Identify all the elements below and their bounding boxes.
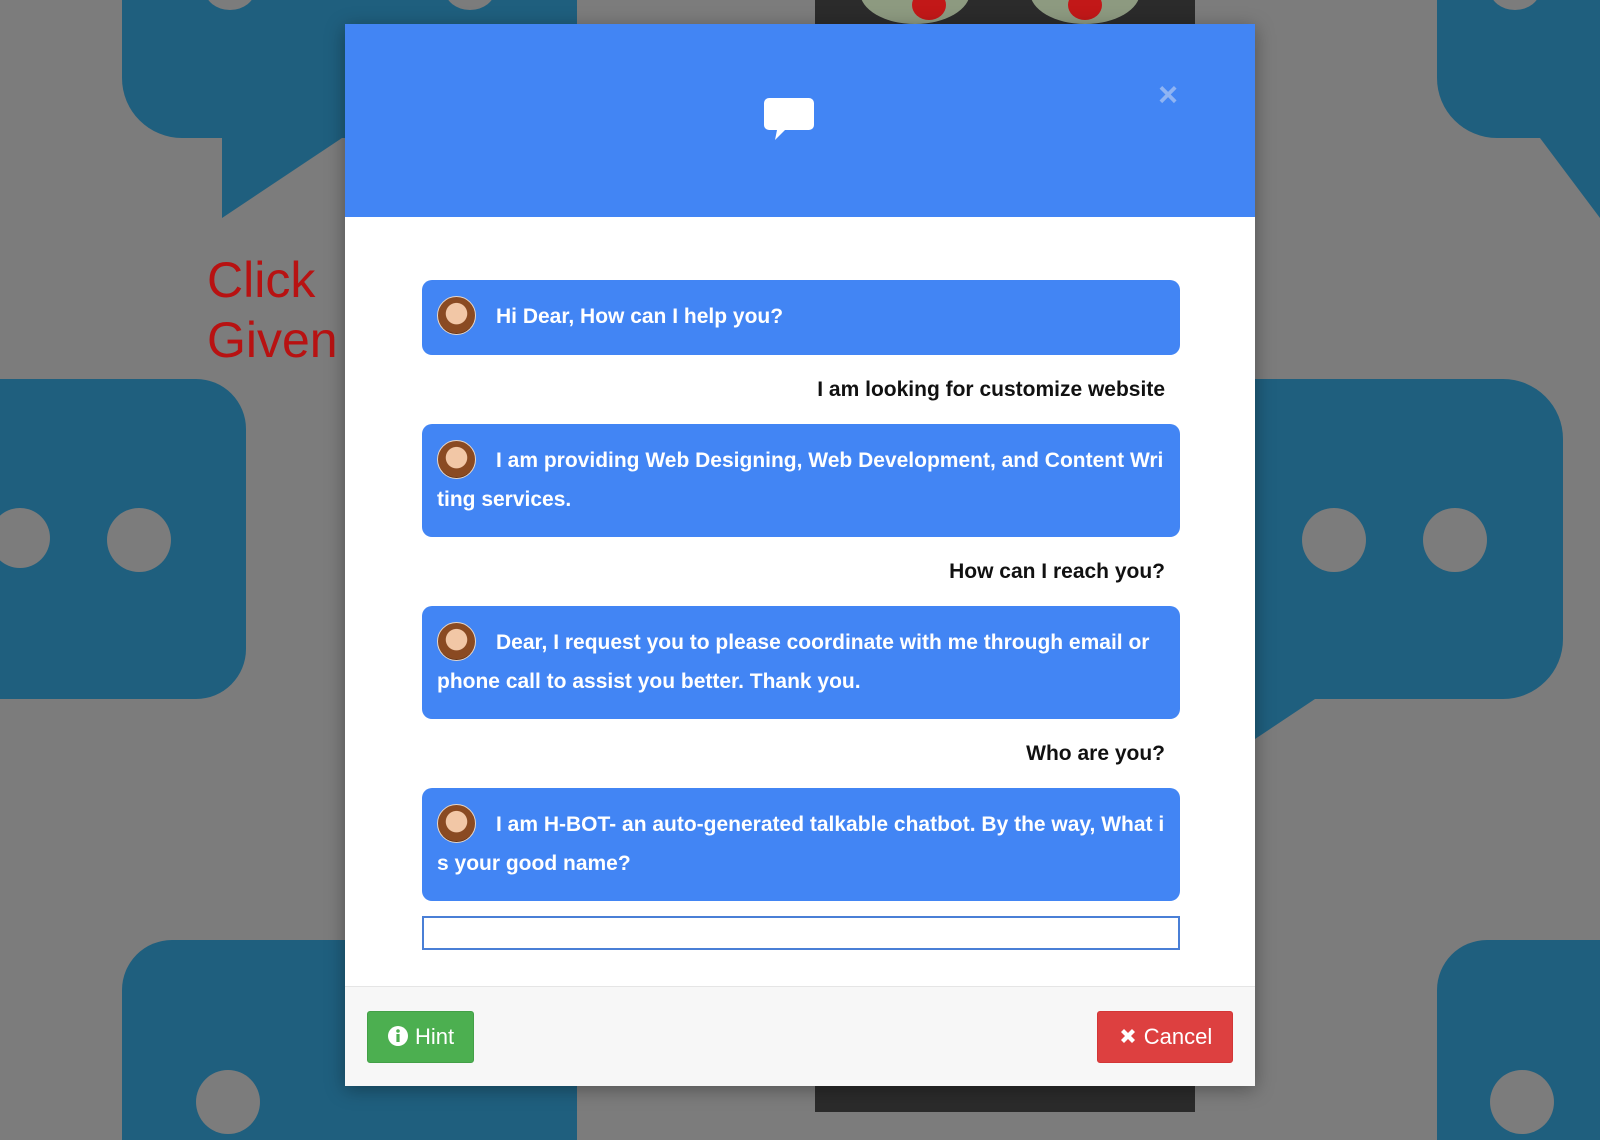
bg-dot <box>1302 508 1366 572</box>
bg-dot <box>107 508 171 572</box>
close-button[interactable]: × <box>1152 76 1184 114</box>
cancel-button[interactable]: Cancel <box>1097 1011 1233 1063</box>
message-text: Hi Dear, How can I help you? <box>496 305 784 329</box>
bg-bubble-tail <box>1255 699 1315 739</box>
bot-message: I am providing Web Designing, Web Develo… <box>422 424 1180 537</box>
cancel-label: Cancel <box>1143 1024 1213 1049</box>
modal-footer: Hint Cancel <box>345 986 1255 1086</box>
bg-dot <box>1490 1070 1554 1134</box>
bg-bubble-top-right <box>1437 0 1600 138</box>
bg-phone-bottom <box>815 1082 1195 1112</box>
modal-header: × <box>345 24 1255 217</box>
message-text: I am H-BOT- an auto-generated talkable c… <box>437 813 1165 875</box>
bg-bubble-tail <box>1540 138 1600 218</box>
user-message: Who are you? <box>1026 742 1165 765</box>
bot-avatar <box>437 622 476 661</box>
user-message: How can I reach you? <box>949 560 1165 583</box>
times-icon <box>1120 1029 1135 1044</box>
bot-avatar <box>437 296 476 335</box>
bg-bubble-tail <box>222 138 342 218</box>
chatbot-modal: × Hi Dear, How can I help you? I am look… <box>345 24 1255 1086</box>
hint-button[interactable]: Hint <box>367 1011 474 1063</box>
bot-avatar <box>437 440 476 479</box>
chat-bubble-icon <box>764 98 814 140</box>
bg-dot <box>196 1070 260 1134</box>
bot-message: Hi Dear, How can I help you? <box>422 280 1180 355</box>
bg-dot <box>1423 508 1487 572</box>
bot-message: Dear, I request you to please coordinate… <box>422 606 1180 719</box>
message-text: Dear, I request you to please coordinate… <box>437 631 1150 693</box>
hint-label: Hint <box>414 1024 455 1049</box>
background-text: Click Given <box>207 252 338 368</box>
info-circle-icon <box>387 1026 408 1047</box>
chat-log: Hi Dear, How can I help you? I am lookin… <box>422 280 1180 950</box>
chat-input[interactable] <box>422 916 1180 950</box>
bot-avatar <box>437 804 476 843</box>
message-text: I am providing Web Designing, Web Develo… <box>437 449 1164 511</box>
bot-message: I am H-BOT- an auto-generated talkable c… <box>422 788 1180 901</box>
user-message: I am looking for customize website <box>817 378 1165 401</box>
